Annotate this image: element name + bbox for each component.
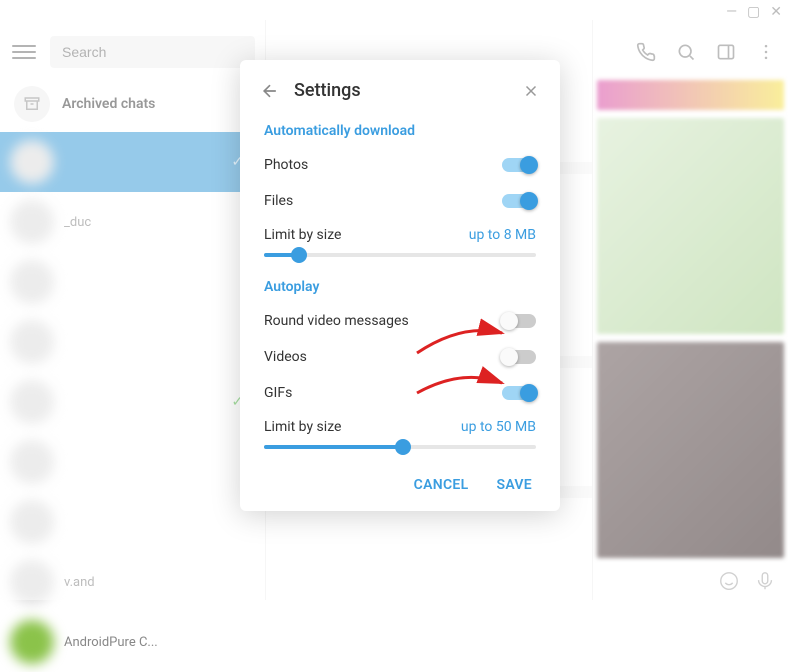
- auto-download-heading: Automatically download: [240, 115, 560, 147]
- download-limit-row: Limit by size up to 8 MB: [240, 219, 560, 247]
- settings-modal: Settings Automatically download Photos F…: [240, 60, 560, 511]
- close-icon[interactable]: [522, 82, 540, 100]
- photos-row: Photos: [240, 147, 560, 183]
- autoplay-limit-value: up to 50 MB: [461, 419, 536, 435]
- avatar: [10, 620, 54, 664]
- photos-toggle[interactable]: [502, 158, 536, 172]
- gifs-row: GIFs: [240, 375, 560, 411]
- autoplay-limit-row: Limit by size up to 50 MB: [240, 411, 560, 439]
- gifs-toggle[interactable]: [502, 386, 536, 400]
- round-video-toggle[interactable]: [502, 314, 536, 328]
- files-toggle[interactable]: [502, 194, 536, 208]
- round-video-row: Round video messages: [240, 303, 560, 339]
- slider-thumb[interactable]: [291, 247, 307, 263]
- videos-toggle[interactable]: [502, 350, 536, 364]
- save-button[interactable]: SAVE: [496, 477, 532, 493]
- videos-row: Videos: [240, 339, 560, 375]
- download-limit-slider[interactable]: [264, 253, 536, 257]
- cancel-button[interactable]: CANCEL: [414, 477, 469, 493]
- autoplay-heading: Autoplay: [240, 271, 560, 303]
- autoplay-limit-slider[interactable]: [264, 445, 536, 449]
- back-icon[interactable]: [260, 81, 280, 101]
- download-limit-value: up to 8 MB: [469, 227, 536, 243]
- modal-title: Settings: [294, 80, 522, 101]
- slider-thumb[interactable]: [395, 439, 411, 455]
- chat-item[interactable]: AndroidPure C...: [0, 612, 265, 672]
- files-row: Files: [240, 183, 560, 219]
